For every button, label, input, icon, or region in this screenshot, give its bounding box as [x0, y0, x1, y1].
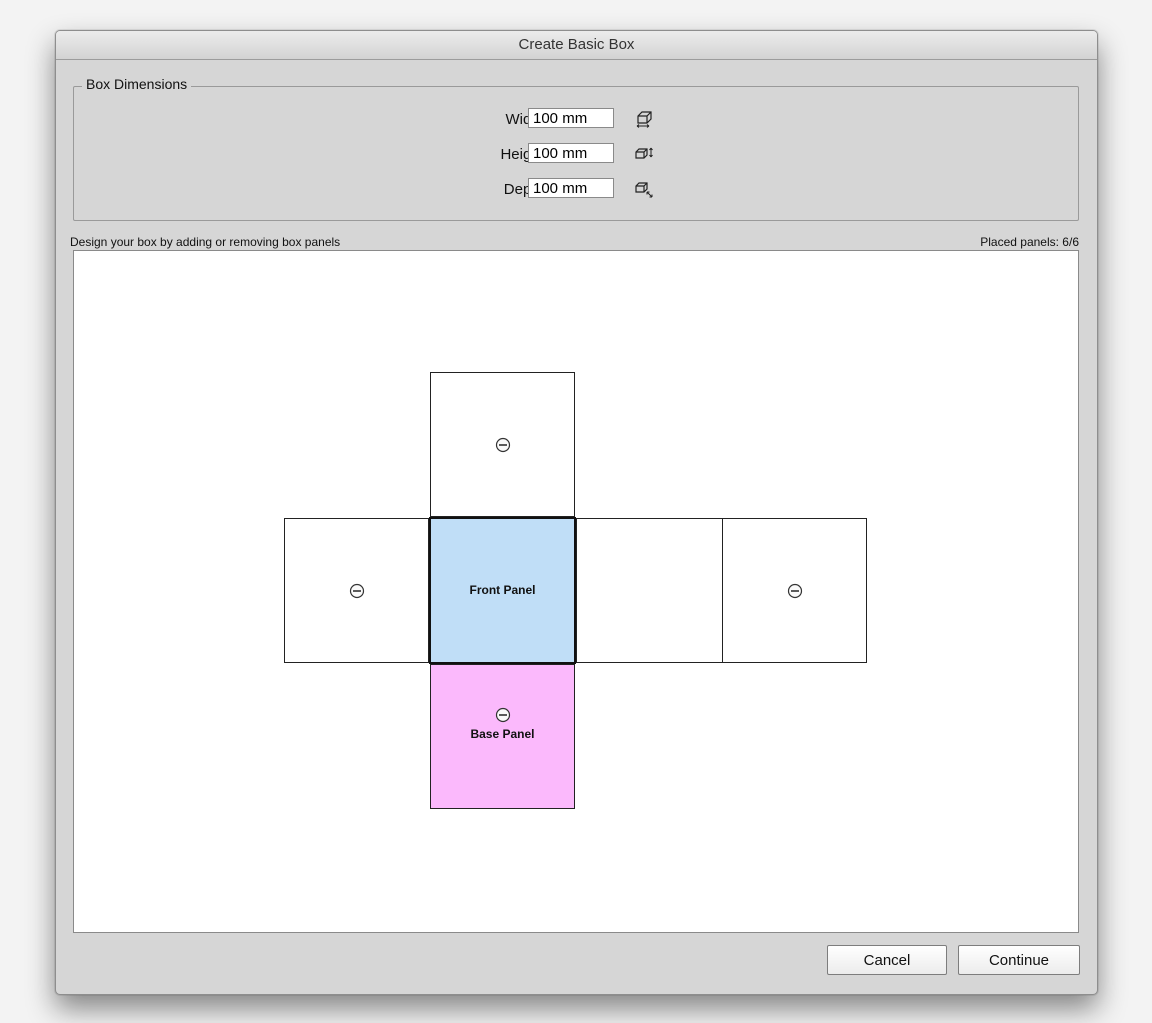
- height-row: Height:: [74, 143, 1078, 167]
- right-panel[interactable]: [576, 518, 723, 663]
- width-row: Width:: [74, 108, 1078, 132]
- remove-panel-icon[interactable]: [495, 707, 511, 723]
- height-field[interactable]: [528, 143, 614, 163]
- box-design-canvas[interactable]: Front Panel Base Panel: [73, 250, 1079, 933]
- dialog-title: Create Basic Box: [56, 31, 1097, 60]
- base-panel-label: Base Panel: [470, 727, 535, 741]
- placed-panels-count: Placed panels: 6/6: [980, 235, 1079, 249]
- left-panel[interactable]: [284, 518, 429, 663]
- front-panel[interactable]: Front Panel: [429, 517, 576, 664]
- box-dimensions-legend: Box Dimensions: [82, 76, 192, 92]
- box-dimensions-group: Box Dimensions Width: Height: Depth:: [73, 76, 1079, 221]
- remove-panel-icon[interactable]: [787, 583, 803, 599]
- depth-row: Depth:: [74, 178, 1078, 202]
- base-panel[interactable]: Base Panel: [430, 664, 575, 809]
- depth-field[interactable]: [528, 178, 614, 198]
- remove-panel-icon[interactable]: [349, 583, 365, 599]
- design-instruction: Design your box by adding or removing bo…: [70, 235, 341, 249]
- continue-button[interactable]: Continue: [958, 945, 1080, 975]
- box-height-icon: [635, 147, 653, 159]
- width-field[interactable]: [528, 108, 614, 128]
- box-depth-icon: [635, 182, 653, 198]
- top-panel[interactable]: [430, 372, 575, 517]
- back-panel[interactable]: [722, 518, 867, 663]
- create-basic-box-dialog: Create Basic Box Box Dimensions Width: H…: [55, 30, 1098, 995]
- front-panel-label: Front Panel: [469, 583, 536, 597]
- remove-panel-icon[interactable]: [495, 437, 511, 453]
- cancel-button[interactable]: Cancel: [827, 945, 947, 975]
- box-width-icon: [636, 111, 652, 128]
